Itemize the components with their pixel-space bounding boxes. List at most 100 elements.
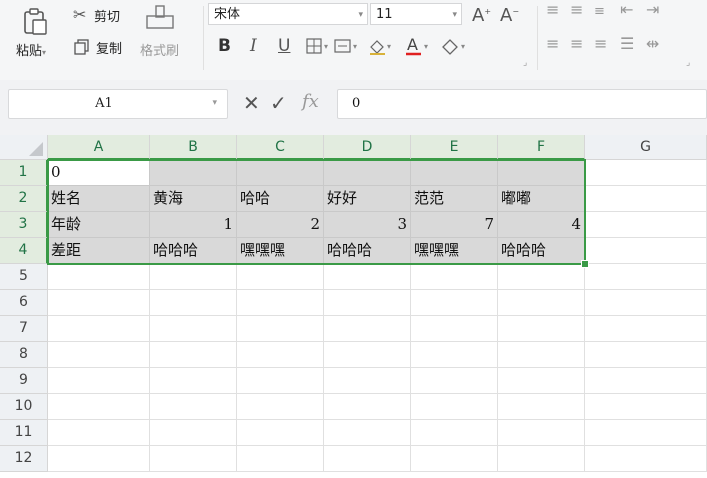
cell-f1[interactable] [498, 160, 585, 186]
format-painter-button[interactable]: 格式刷 [140, 40, 179, 59]
cell-g10[interactable] [585, 394, 707, 420]
paste-icon[interactable] [22, 8, 48, 40]
cell-f12[interactable] [498, 446, 585, 472]
align-left-icon[interactable]: ≡ [546, 36, 559, 52]
cell-c4[interactable]: 嘿嘿嘿 [237, 238, 324, 264]
cell-g12[interactable] [585, 446, 707, 472]
cell-a8[interactable] [48, 342, 150, 368]
increase-font-icon[interactable]: A+ [472, 4, 491, 25]
chevron-down-icon[interactable]: ▾ [212, 98, 217, 108]
column-header-c[interactable]: C [237, 135, 324, 160]
copy-button[interactable]: 复制 [96, 38, 122, 57]
cell-b5[interactable] [150, 264, 237, 290]
cell-b11[interactable] [150, 420, 237, 446]
cell-c3[interactable]: 2 [237, 212, 324, 238]
cell-d4[interactable]: 哈哈哈 [324, 238, 411, 264]
cell-c12[interactable] [237, 446, 324, 472]
font-size-select[interactable]: 11 ▾ [370, 3, 462, 25]
cell-c2[interactable]: 哈哈 [237, 186, 324, 212]
cell-a12[interactable] [48, 446, 150, 472]
cell-g6[interactable] [585, 290, 707, 316]
cell-g7[interactable] [585, 316, 707, 342]
cell-d5[interactable] [324, 264, 411, 290]
decrease-font-icon[interactable]: A− [500, 4, 519, 25]
cell-d1[interactable] [324, 160, 411, 186]
cell-f7[interactable] [498, 316, 585, 342]
bold-button[interactable]: B [218, 36, 231, 56]
cell-e11[interactable] [411, 420, 498, 446]
cell-g9[interactable] [585, 368, 707, 394]
font-color-icon[interactable]: A ▾ [405, 35, 433, 59]
cell-a11[interactable] [48, 420, 150, 446]
copy-icon[interactable] [74, 39, 89, 58]
font-name-select[interactable]: 宋体 ▾ [208, 3, 368, 25]
row-header-9[interactable]: 9 [0, 368, 48, 394]
distributed-align-icon[interactable]: ⇹ [646, 36, 659, 52]
scissors-icon[interactable]: ✂ [73, 7, 86, 23]
cell-e2[interactable]: 范范 [411, 186, 498, 212]
cell-g4[interactable] [585, 238, 707, 264]
cell-e5[interactable] [411, 264, 498, 290]
row-header-11[interactable]: 11 [0, 420, 48, 446]
name-box[interactable]: A1 ▾ [8, 89, 228, 119]
cell-e4[interactable]: 嘿嘿嘿 [411, 238, 498, 264]
row-header-6[interactable]: 6 [0, 290, 48, 316]
font-dialog-launcher-icon[interactable]: ⌟ [523, 58, 527, 68]
row-header-12[interactable]: 12 [0, 446, 48, 472]
formula-input[interactable]: 0 [337, 89, 707, 119]
cell-g11[interactable] [585, 420, 707, 446]
cell-b8[interactable] [150, 342, 237, 368]
fill-handle[interactable] [581, 260, 589, 268]
cell-a4[interactable]: 差距 [48, 238, 150, 264]
cell-d8[interactable] [324, 342, 411, 368]
clear-format-icon[interactable]: ▾ [440, 37, 470, 58]
cell-c1[interactable] [237, 160, 324, 186]
cell-b10[interactable] [150, 394, 237, 420]
cell-e1[interactable] [411, 160, 498, 186]
italic-button[interactable]: I [250, 36, 257, 56]
cell-f5[interactable] [498, 264, 585, 290]
cell-g5[interactable] [585, 264, 707, 290]
cell-e9[interactable] [411, 368, 498, 394]
align-dialog-launcher-icon[interactable]: ⌟ [686, 58, 690, 68]
row-header-10[interactable]: 10 [0, 394, 48, 420]
cell-d11[interactable] [324, 420, 411, 446]
row-header-5[interactable]: 5 [0, 264, 48, 290]
cell-f4[interactable]: 哈哈哈 [498, 238, 585, 264]
cell-d7[interactable] [324, 316, 411, 342]
cell-a9[interactable] [48, 368, 150, 394]
insert-function-icon[interactable]: fx [302, 91, 319, 112]
column-header-d[interactable]: D [324, 135, 411, 160]
cell-f9[interactable] [498, 368, 585, 394]
cell-d6[interactable] [324, 290, 411, 316]
cell-b6[interactable] [150, 290, 237, 316]
cell-a10[interactable] [48, 394, 150, 420]
column-header-b[interactable]: B [150, 135, 237, 160]
cell-f3[interactable]: 4 [498, 212, 585, 238]
fill-pattern-icon[interactable]: ▾ [334, 38, 362, 57]
cell-f11[interactable] [498, 420, 585, 446]
cell-a1[interactable]: 0 [48, 160, 150, 186]
cell-g8[interactable] [585, 342, 707, 368]
borders-icon[interactable]: ▾ [306, 38, 332, 57]
select-all-corner[interactable] [0, 135, 48, 160]
underline-button[interactable]: U [278, 36, 290, 56]
align-bottom-icon[interactable]: ≡ [594, 4, 605, 20]
check-icon[interactable]: ✓ [270, 91, 287, 115]
cell-e7[interactable] [411, 316, 498, 342]
row-header-4[interactable]: 4 [0, 238, 48, 264]
cell-g1[interactable] [585, 160, 707, 186]
cell-b7[interactable] [150, 316, 237, 342]
cell-d3[interactable]: 3 [324, 212, 411, 238]
format-painter-icon[interactable] [144, 4, 176, 33]
cell-a6[interactable] [48, 290, 150, 316]
align-top-icon[interactable]: ≡ [546, 2, 559, 18]
cell-e10[interactable] [411, 394, 498, 420]
cell-f8[interactable] [498, 342, 585, 368]
fill-color-icon[interactable]: ▾ [368, 38, 396, 59]
cell-c6[interactable] [237, 290, 324, 316]
cell-b3[interactable]: 1 [150, 212, 237, 238]
cell-f6[interactable] [498, 290, 585, 316]
align-middle-icon[interactable]: ≡ [570, 2, 583, 18]
cell-a5[interactable] [48, 264, 150, 290]
